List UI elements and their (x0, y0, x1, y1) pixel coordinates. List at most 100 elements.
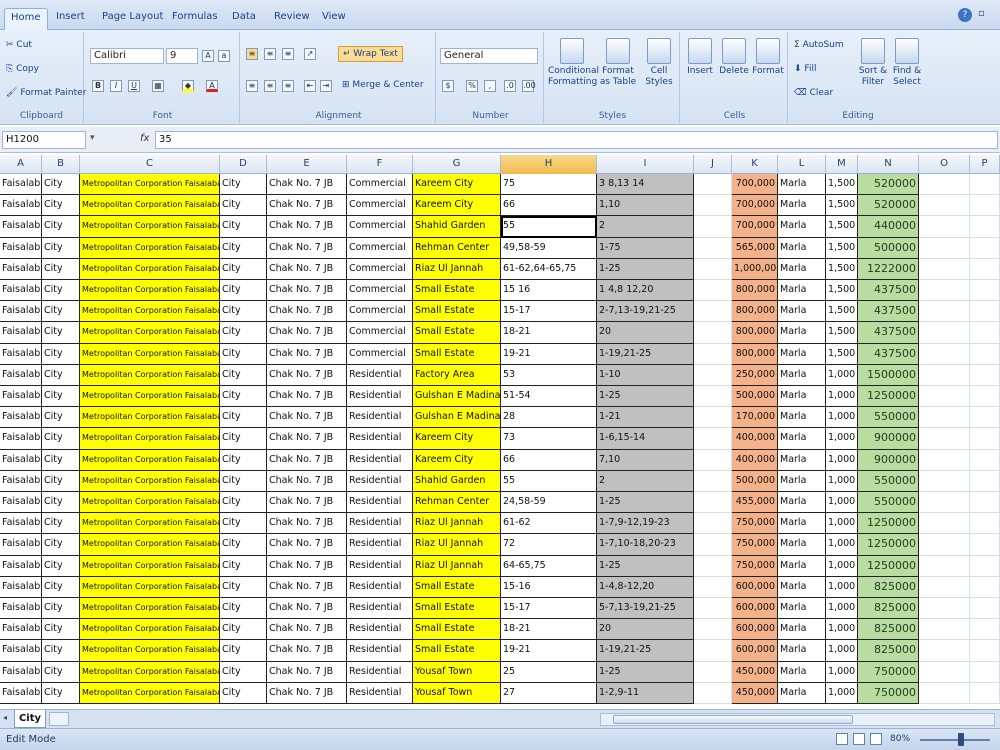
cell-h[interactable]: 19-21 (501, 640, 597, 662)
cell-e[interactable]: Chak No. 7 JB (267, 449, 347, 471)
cell-h[interactable]: 61-62 (501, 513, 597, 535)
cell-g[interactable]: Small Estate (413, 619, 501, 641)
underline-button[interactable]: U (128, 80, 140, 92)
cell-e[interactable]: Chak No. 7 JB (267, 322, 347, 344)
cell-j[interactable] (694, 470, 732, 492)
cell-i[interactable]: 1-25 (597, 661, 694, 683)
align-bottom-button[interactable]: ≡ (282, 48, 294, 60)
cell-h[interactable]: 55 (501, 470, 597, 492)
cell-h[interactable]: 18-21 (501, 619, 597, 641)
cell-h[interactable]: 15-16 (501, 576, 597, 598)
cell-i[interactable]: 1-25 (597, 555, 694, 577)
cell-i[interactable]: 1-25 (597, 492, 694, 514)
grow-font-button[interactable]: A (202, 50, 214, 62)
cell-i[interactable]: 7,10 (597, 449, 694, 471)
cell-a[interactable]: Faisalabad (0, 343, 42, 365)
cell-g[interactable]: Yousaf Town (413, 661, 501, 683)
cell-d[interactable]: City (220, 449, 267, 471)
cell-p[interactable] (970, 513, 1000, 535)
cell-p[interactable] (970, 492, 1000, 514)
cell-c[interactable]: Metropolitan Corporation Faisalabad (80, 619, 220, 641)
cell-g[interactable]: Riaz Ul Jannah (413, 555, 501, 577)
cell-h[interactable]: 24,58-59 (501, 492, 597, 514)
cell-o[interactable] (919, 237, 970, 259)
cell-o[interactable] (919, 534, 970, 556)
cell-b[interactable]: City (42, 195, 80, 217)
cell-o[interactable] (919, 195, 970, 217)
cell-h[interactable]: 72 (501, 534, 597, 556)
cell-j[interactable] (694, 534, 732, 556)
font-size-dropdown[interactable]: 9 (166, 48, 198, 64)
cell-g[interactable]: Small Estate (413, 280, 501, 302)
cell-a[interactable]: Faisalabad (0, 174, 42, 196)
cell-a[interactable]: Faisalabad (0, 280, 42, 302)
wrap-text-button[interactable]: ↵ Wrap Text (338, 46, 403, 62)
cell-g[interactable]: Riaz Ul Jannah (413, 534, 501, 556)
cell-f[interactable]: Residential (347, 492, 413, 514)
cell-j[interactable] (694, 407, 732, 429)
cell-k[interactable]: 450,000 (732, 661, 778, 683)
cell-m[interactable]: 1,500 (826, 280, 858, 302)
cell-e[interactable]: Chak No. 7 JB (267, 428, 347, 450)
cell-p[interactable] (970, 640, 1000, 662)
cell-d[interactable]: City (220, 492, 267, 514)
cell-e[interactable]: Chak No. 7 JB (267, 216, 347, 238)
cell-l[interactable]: Marla (778, 407, 826, 429)
cell-n[interactable]: 750000 (858, 661, 919, 683)
cell-i[interactable]: 1 4,8 12,20 (597, 280, 694, 302)
cell-a[interactable]: Faisalabad (0, 555, 42, 577)
cell-l[interactable]: Marla (778, 661, 826, 683)
cell-b[interactable]: City (42, 534, 80, 556)
tab-formulas[interactable]: Formulas (166, 8, 224, 30)
cell-n[interactable]: 1500000 (858, 364, 919, 386)
cell-o[interactable] (919, 449, 970, 471)
cell-b[interactable]: City (42, 513, 80, 535)
cell-i[interactable]: 1-6,15-14 (597, 428, 694, 450)
cell-o[interactable] (919, 555, 970, 577)
cell-j[interactable] (694, 364, 732, 386)
cell-h[interactable]: 64-65,75 (501, 555, 597, 577)
cell-f[interactable]: Residential (347, 364, 413, 386)
cell-i[interactable]: 1-25 (597, 386, 694, 408)
cell-e[interactable]: Chak No. 7 JB (267, 661, 347, 683)
cell-c[interactable]: Metropolitan Corporation Faisalabad (80, 174, 220, 196)
cell-h[interactable]: 66 (501, 449, 597, 471)
cell-h[interactable]: 25 (501, 661, 597, 683)
cell-j[interactable] (694, 640, 732, 662)
cell-c[interactable]: Metropolitan Corporation Faisalabad (80, 322, 220, 344)
cell-g[interactable]: Gulshan E Madina (413, 386, 501, 408)
cell-a[interactable]: Faisalabad (0, 258, 42, 280)
cell-c[interactable]: Metropolitan Corporation Faisalabad (80, 258, 220, 280)
decrease-indent-button[interactable]: ⇤ (304, 80, 316, 92)
cell-i[interactable]: 20 (597, 322, 694, 344)
cell-m[interactable]: 1,000 (826, 619, 858, 641)
cell-e[interactable]: Chak No. 7 JB (267, 598, 347, 620)
cell-i[interactable]: 1,10 (597, 195, 694, 217)
cell-g[interactable]: Riaz Ul Jannah (413, 258, 501, 280)
cell-k[interactable]: 455,000 (732, 492, 778, 514)
cell-p[interactable] (970, 258, 1000, 280)
cell-b[interactable]: City (42, 428, 80, 450)
sheet-nav-prev-icon[interactable]: ◂ (3, 713, 11, 725)
cell-b[interactable]: City (42, 322, 80, 344)
cell-f[interactable]: Residential (347, 619, 413, 641)
cell-n[interactable]: 437500 (858, 343, 919, 365)
cell-b[interactable]: City (42, 492, 80, 514)
cell-l[interactable]: Marla (778, 492, 826, 514)
cell-a[interactable]: Faisalabad (0, 576, 42, 598)
cell-h[interactable]: 15-17 (501, 301, 597, 323)
cell-k[interactable]: 800,000 (732, 301, 778, 323)
column-header-m[interactable]: M (826, 155, 858, 174)
page-break-view-icon[interactable] (870, 733, 883, 745)
cell-h[interactable]: 75 (501, 174, 597, 196)
cell-g[interactable]: Small Estate (413, 576, 501, 598)
find-select-button[interactable]: Find & Select (890, 38, 924, 88)
cell-c[interactable]: Metropolitan Corporation Faisalabad (80, 301, 220, 323)
cell-k[interactable]: 700,000 (732, 195, 778, 217)
cell-l[interactable]: Marla (778, 449, 826, 471)
column-header-e[interactable]: E (267, 155, 347, 174)
cell-o[interactable] (919, 301, 970, 323)
cell-h[interactable]: 66 (501, 195, 597, 217)
cell-i[interactable]: 1-7,9-12,19-23 (597, 513, 694, 535)
cell-m[interactable]: 1,500 (826, 195, 858, 217)
